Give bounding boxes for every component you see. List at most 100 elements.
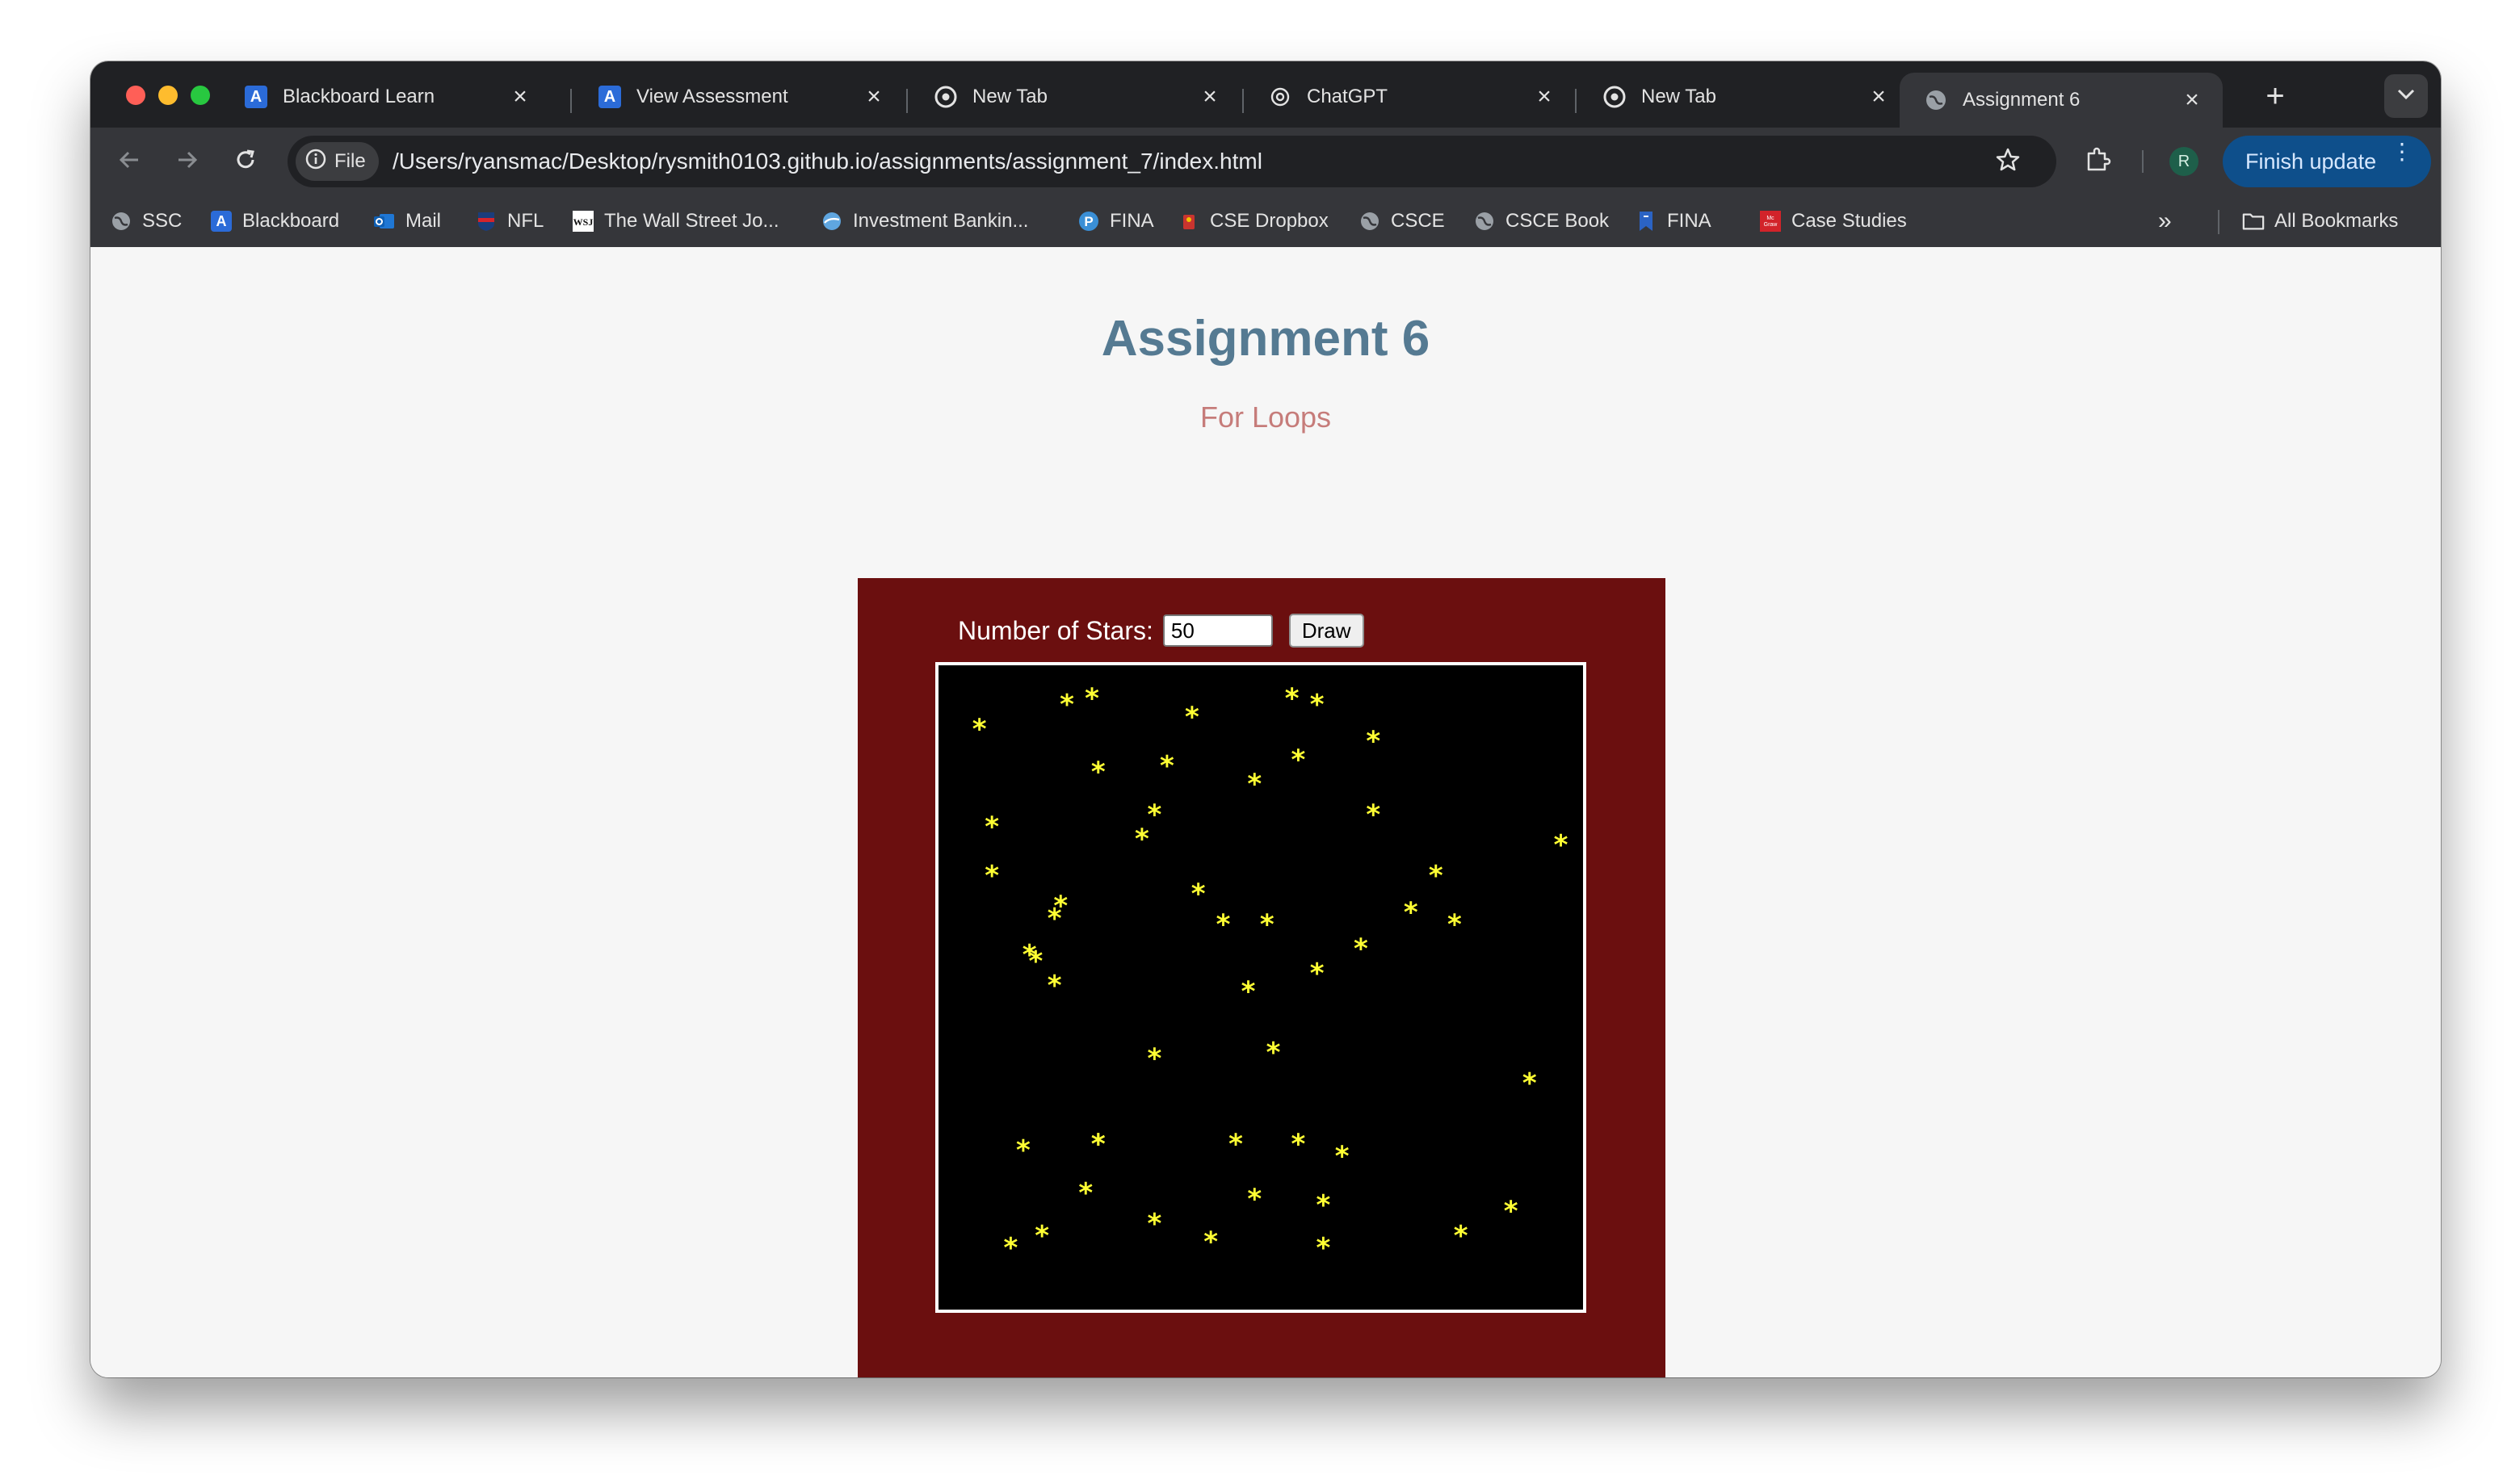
tab-title: New Tab xyxy=(1641,86,1716,107)
bookmark-cse-dropbox[interactable]: CSE Dropbox xyxy=(1178,205,1329,237)
chrome-icon xyxy=(934,85,958,109)
star: * xyxy=(1504,1196,1518,1228)
tab-search-button[interactable] xyxy=(2384,74,2428,118)
svg-text:WSJ: WSJ xyxy=(573,216,594,228)
all-bookmarks-button[interactable]: All Bookmarks xyxy=(2242,205,2398,237)
bookmark-star-button[interactable] xyxy=(1992,145,2024,178)
star: * xyxy=(1228,1129,1243,1161)
forward-button[interactable] xyxy=(170,144,205,179)
bookmark-investment-banking[interactable]: Investment Bankin... xyxy=(821,205,1028,237)
star-form: Number of Stars: Draw xyxy=(958,614,1364,648)
stars-count-label: Number of Stars: xyxy=(958,615,1153,645)
svg-text:Graw: Graw xyxy=(1764,222,1778,228)
globe-icon xyxy=(110,210,132,233)
globe-icon xyxy=(1358,210,1381,233)
globe-icon xyxy=(821,210,843,233)
star: * xyxy=(1454,1220,1468,1252)
bookmarks-overflow-button[interactable]: » xyxy=(2158,205,2172,237)
star: * xyxy=(1310,958,1325,990)
bookmark-case-studies[interactable]: Mc Graw Case Studies xyxy=(1759,205,1907,237)
blackboard-icon: A xyxy=(244,85,268,109)
bookmark-label: CSCE xyxy=(1391,210,1445,232)
address-bar[interactable]: File /Users/ryansmac/Desktop/rysmith0103… xyxy=(288,136,2056,187)
bookmark-label: SSC xyxy=(142,210,183,232)
svg-text:Mc: Mc xyxy=(1766,216,1774,221)
zoom-window-button[interactable] xyxy=(191,86,210,105)
bookmark-fina[interactable]: P FINA xyxy=(1077,205,1154,237)
bookmark-nfl[interactable]: NFL xyxy=(475,205,544,237)
star: * xyxy=(1160,750,1174,782)
tab-title: View Assessment xyxy=(636,86,788,107)
tab-title: Assignment 6 xyxy=(1963,89,2081,111)
tab-close-icon[interactable]: × xyxy=(1194,83,1226,111)
star: * xyxy=(1316,1232,1331,1264)
bookmark-csce[interactable]: CSCE xyxy=(1358,205,1445,237)
bookmark-mail[interactable]: Mail xyxy=(373,205,441,237)
back-button[interactable] xyxy=(111,144,147,179)
tab-chatgpt[interactable]: ChatGPT × xyxy=(1244,73,1575,121)
page-content: Assignment 6 For Loops Number of Stars: … xyxy=(90,247,2441,1377)
tab-strip: A Blackboard Learn × A View Assessment ×… xyxy=(90,61,2441,128)
tab-close-icon[interactable]: × xyxy=(2176,86,2208,114)
star: * xyxy=(1354,933,1368,966)
draw-button[interactable]: Draw xyxy=(1288,614,1364,648)
reload-icon xyxy=(233,148,258,176)
svg-text:P: P xyxy=(1084,214,1093,229)
site-info-label: File xyxy=(334,150,366,172)
star: * xyxy=(1028,945,1043,978)
bookmark-wall-street-journal[interactable]: WSJ The Wall Street Jo... xyxy=(572,205,779,237)
tab-new-tab-2[interactable]: New Tab × xyxy=(1578,73,1909,121)
star: * xyxy=(1366,726,1380,758)
finish-update-label: Finish update xyxy=(2245,149,2377,174)
star: * xyxy=(1216,908,1231,941)
info-icon xyxy=(305,149,326,175)
star: * xyxy=(1335,1141,1350,1173)
blackboard-icon: A xyxy=(598,85,622,109)
blackboard-icon: A xyxy=(210,210,233,233)
star: * xyxy=(1247,1184,1262,1216)
star: * xyxy=(1135,824,1149,856)
bookmark-fina-2[interactable]: FINA xyxy=(1635,205,1711,237)
star: * xyxy=(1241,976,1256,1008)
bookmark-ssc[interactable]: SSC xyxy=(110,205,182,237)
bookmark-csce-book[interactable]: CSCE Book xyxy=(1473,205,1609,237)
finish-update-button[interactable]: Finish update ⋮ xyxy=(2223,136,2431,187)
star: * xyxy=(1316,1189,1331,1222)
stars-count-input[interactable] xyxy=(1162,614,1273,647)
tab-view-assessment[interactable]: A View Assessment × xyxy=(573,73,905,121)
wsj-icon: WSJ xyxy=(572,210,594,233)
bookmark-label: CSCE Book xyxy=(1505,210,1610,232)
tab-close-icon[interactable]: × xyxy=(1862,83,1895,111)
tab-title: ChatGPT xyxy=(1307,86,1388,107)
star: * xyxy=(1148,1208,1162,1240)
close-window-button[interactable] xyxy=(126,86,145,105)
site-info-chip[interactable]: File xyxy=(296,142,379,181)
nfl-icon xyxy=(475,210,498,233)
minimize-window-button[interactable] xyxy=(158,86,178,105)
bookmark-label: Mail xyxy=(405,210,442,232)
bookmark-label: NFL xyxy=(507,210,544,232)
outlook-icon xyxy=(373,210,396,233)
dropbox-icon xyxy=(1178,210,1200,233)
reload-button[interactable] xyxy=(228,144,263,179)
arrow-left-icon xyxy=(117,148,141,176)
bookmarks-bar: SSC A Blackboard Mail NFL WSJ The Wall S… xyxy=(90,194,2441,247)
url-text[interactable]: /Users/ryansmac/Desktop/rysmith0103.gith… xyxy=(393,149,1262,174)
star: * xyxy=(1035,1220,1049,1252)
tab-close-icon[interactable]: × xyxy=(858,83,890,111)
star: * xyxy=(1554,829,1568,861)
tab-blackboard-learn[interactable]: A Blackboard Learn × xyxy=(220,73,551,121)
extensions-button[interactable] xyxy=(2079,142,2116,179)
bookmark-blackboard[interactable]: A Blackboard xyxy=(210,205,339,237)
tab-close-icon[interactable]: × xyxy=(1528,83,1560,111)
tab-close-icon[interactable]: × xyxy=(504,83,536,111)
bookmarks-divider xyxy=(2218,210,2219,234)
tab-assignment-6[interactable]: Assignment 6 × xyxy=(1900,73,2223,128)
chrome-icon xyxy=(1602,85,1627,109)
star: * xyxy=(1310,689,1325,721)
profile-avatar[interactable]: R xyxy=(2169,147,2198,176)
tab-new-tab[interactable]: New Tab × xyxy=(909,73,1241,121)
star: * xyxy=(985,811,999,843)
chevron-down-icon xyxy=(2397,89,2415,104)
new-tab-button[interactable]: + xyxy=(2255,78,2295,118)
